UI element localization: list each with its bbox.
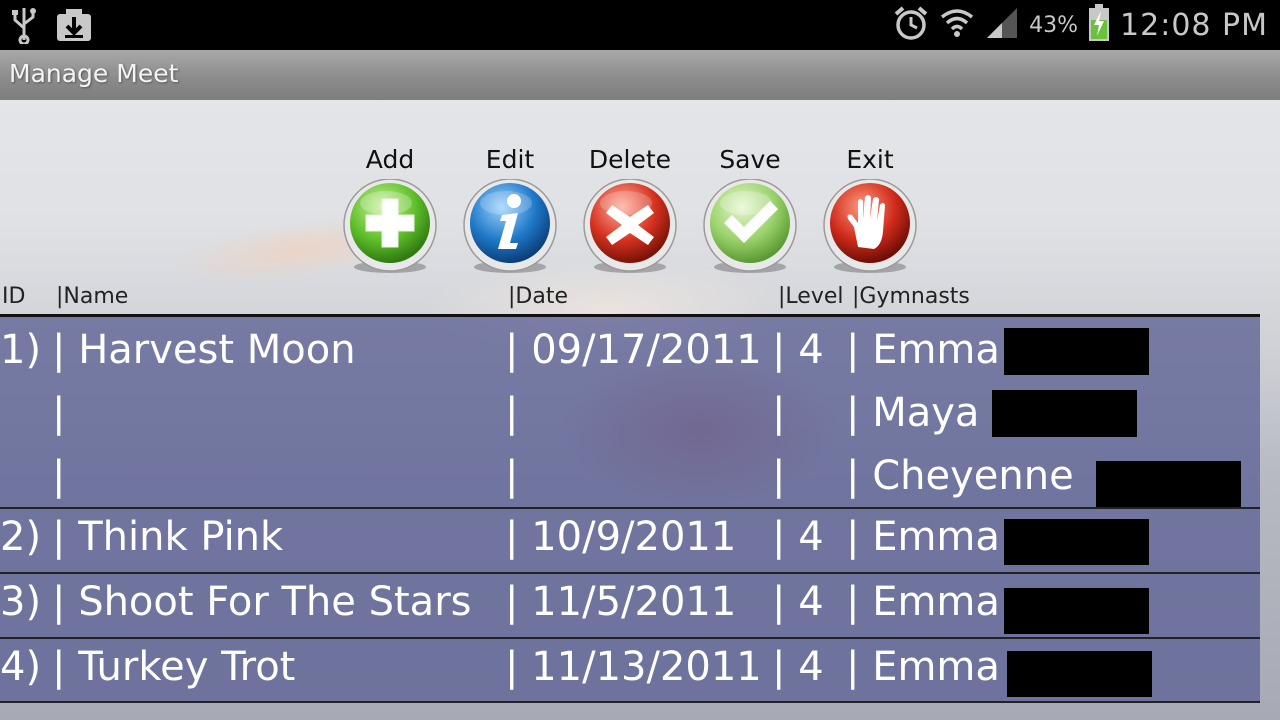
cell-date: | [505, 390, 519, 436]
add-button[interactable]: Add [330, 145, 450, 275]
cell-date: | [505, 453, 519, 499]
cell-id: 3) [0, 579, 42, 625]
table-row[interactable]: 4) | Turkey Trot | 11/13/2011 | 4 | Emma [0, 639, 1260, 703]
cell-gymnast: | Cheyenne [846, 453, 1074, 499]
cell-level: | 4 [772, 327, 824, 373]
cell-date: | 11/13/2011 [505, 644, 762, 690]
cell-level: | [772, 390, 786, 436]
x-icon [583, 179, 677, 273]
redacted-surname [992, 390, 1137, 437]
cell-level: | 4 [772, 579, 824, 625]
cell-level: | 4 [772, 644, 824, 690]
page-title: Manage Meet [9, 59, 179, 88]
add-label: Add [365, 145, 415, 174]
cell-name: | Think Pink [52, 514, 284, 560]
header-id: ID [2, 284, 26, 309]
status-bar: 43% 12:08 PM [0, 0, 1280, 50]
redacted-surname [1004, 519, 1149, 565]
plus-icon [343, 179, 437, 273]
exit-button[interactable]: Exit [810, 145, 930, 275]
battery-charging-icon [1088, 4, 1110, 46]
cell-level: | 4 [772, 514, 824, 560]
cell-name: | Turkey Trot [52, 644, 296, 690]
header-date: |Date [508, 284, 568, 309]
redacted-surname [1004, 588, 1149, 634]
cell-name: | [52, 453, 66, 499]
clock: 12:08 PM [1120, 7, 1268, 43]
cell-id: 2) [0, 514, 42, 560]
edit-label: Edit [485, 145, 535, 174]
delete-label: Delete [588, 145, 672, 174]
exit-label: Exit [846, 145, 894, 174]
cell-date: | 09/17/2011 [505, 327, 762, 373]
cell-gymnast: | Emma [846, 514, 1000, 560]
table-header: ID |Name |Date |Level |Gymnasts [0, 284, 1280, 314]
usb-icon [10, 6, 38, 48]
download-icon [56, 8, 92, 46]
cell-id: 1) [0, 327, 42, 373]
table-row[interactable]: 3) | Shoot For The Stars | 11/5/2011 | 4… [0, 574, 1260, 639]
redacted-surname [1096, 461, 1241, 507]
cell-name: | Shoot For The Stars [52, 579, 472, 625]
save-button[interactable]: Save [690, 145, 810, 275]
header-gymnasts: |Gymnasts [852, 284, 970, 309]
save-label: Save [719, 145, 781, 174]
cell-gymnast: | Emma [846, 579, 1000, 625]
wifi-icon [939, 5, 975, 45]
header-level: |Level [778, 284, 844, 309]
cell-name: | Harvest Moon [52, 327, 356, 373]
table-row[interactable]: 2) | Think Pink | 10/9/2011 | 4 | Emma [0, 509, 1260, 574]
redacted-surname [1007, 651, 1152, 697]
edit-button[interactable]: Edit [450, 145, 570, 275]
cell-date: | 11/5/2011 [505, 579, 737, 625]
cell-gymnast: | Emma [846, 327, 1000, 373]
cell-name: | [52, 390, 66, 436]
table-row[interactable]: 1) | Harvest Moon | 09/17/2011 | 4 | Emm… [0, 317, 1260, 509]
redacted-surname [1004, 328, 1149, 375]
toolbar: Add Edit Delete Save Exit [330, 145, 930, 275]
meet-table: 1) | Harvest Moon | 09/17/2011 | 4 | Emm… [0, 317, 1260, 703]
info-icon [463, 179, 557, 273]
battery-percent: 43% [1029, 12, 1079, 38]
header-name: |Name [56, 284, 129, 309]
cell-gymnast: | Emma [846, 644, 1000, 690]
cell-gymnast: | Maya [846, 390, 980, 436]
cell-id: 4) [0, 644, 42, 690]
delete-button[interactable]: Delete [570, 145, 690, 275]
cell-date: | 10/9/2011 [505, 514, 737, 560]
hand-stop-icon [823, 179, 917, 273]
alarm-icon [893, 5, 929, 45]
cell-level: | [772, 453, 786, 499]
signal-icon [985, 6, 1019, 44]
title-bar: Manage Meet [0, 50, 1280, 100]
checkmark-icon [703, 179, 797, 273]
